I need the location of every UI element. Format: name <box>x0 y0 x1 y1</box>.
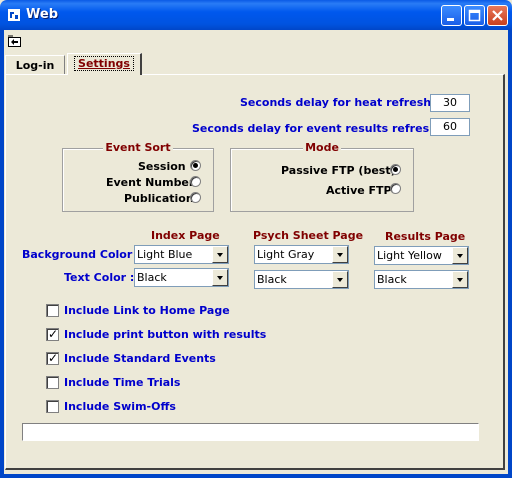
tab-settings-label: Settings <box>74 56 134 71</box>
include-home-link-checkbox[interactable] <box>46 304 59 317</box>
results-page-header: Results Page <box>385 230 466 243</box>
chevron-down-icon[interactable] <box>332 271 348 288</box>
chevron-down-icon[interactable] <box>332 246 348 263</box>
results-bg-value: Light Yellow <box>377 249 442 262</box>
tab-settings[interactable]: Settings <box>67 53 142 75</box>
status-box <box>22 423 479 441</box>
heat-refresh-label: Seconds delay for heat refresh : <box>240 96 440 109</box>
close-icon <box>492 10 503 21</box>
include-time-trials-label: Include Time Trials <box>64 376 181 389</box>
chevron-down-icon[interactable] <box>452 271 468 288</box>
include-print-button-label: Include print button with results <box>64 328 267 341</box>
index-text-value: Black <box>137 271 167 284</box>
index-bg-select[interactable]: Light Blue <box>134 245 229 264</box>
sort-session-radio[interactable] <box>190 160 201 171</box>
results-bg-select[interactable]: Light Yellow <box>374 246 469 265</box>
active-ftp-label: Active FTP <box>326 184 392 197</box>
sort-session-label: Session <box>138 160 186 173</box>
include-print-button-checkbox[interactable] <box>46 327 59 341</box>
index-page-header: Index Page <box>151 229 220 242</box>
background-color-label: Background Color : <box>22 248 141 261</box>
index-bg-value: Light Blue <box>137 248 193 261</box>
text-color-label: Text Color : <box>64 271 135 284</box>
window-frame-bottom <box>0 474 512 478</box>
results-text-select[interactable]: Black <box>374 270 469 289</box>
exit-icon[interactable] <box>7 34 23 48</box>
include-standard-events-label: Include Standard Events <box>64 352 216 365</box>
event-sort-title: Event Sort <box>103 141 173 154</box>
window-frame-left <box>0 30 4 478</box>
mode-group: Mode <box>230 141 414 212</box>
chevron-down-icon[interactable] <box>452 247 468 264</box>
include-time-trials-checkbox[interactable] <box>46 376 59 389</box>
include-standard-events-checkbox[interactable] <box>46 351 59 365</box>
active-ftp-radio[interactable] <box>390 183 401 194</box>
mode-title: Mode <box>303 141 341 154</box>
include-swim-offs-label: Include Swim-Offs <box>64 400 176 413</box>
psych-text-select[interactable]: Black <box>254 270 349 289</box>
include-swim-offs-checkbox[interactable] <box>46 400 59 413</box>
tab-login[interactable]: Log-in <box>5 55 65 75</box>
psych-text-value: Black <box>257 273 287 286</box>
results-refresh-label: Seconds delay for event results refresh … <box>192 122 446 135</box>
minimize-button[interactable] <box>441 5 462 26</box>
sort-event-number-label: Event Number <box>106 176 195 189</box>
results-refresh-input[interactable]: 60 <box>430 118 470 136</box>
window-frame-right <box>508 30 512 478</box>
window-title: Web <box>26 7 58 22</box>
chevron-down-icon[interactable] <box>212 246 228 263</box>
app-icon <box>8 9 20 21</box>
psych-bg-select[interactable]: Light Gray <box>254 245 349 264</box>
psych-bg-value: Light Gray <box>257 248 315 261</box>
psych-sheet-page-header: Psych Sheet Page <box>253 229 364 242</box>
chevron-down-icon[interactable] <box>212 269 228 286</box>
include-home-link-label: Include Link to Home Page <box>64 304 230 317</box>
sort-publication-radio[interactable] <box>190 192 201 203</box>
title-bar[interactable]: Web <box>0 0 512 30</box>
sort-event-number-radio[interactable] <box>190 176 201 187</box>
maximize-icon <box>468 9 481 22</box>
maximize-button[interactable] <box>464 5 485 26</box>
close-button[interactable] <box>487 5 508 26</box>
tab-login-label: Log-in <box>15 59 55 72</box>
results-text-value: Black <box>377 273 407 286</box>
passive-ftp-label: Passive FTP (best) <box>281 164 396 177</box>
index-text-select[interactable]: Black <box>134 268 229 287</box>
sort-publication-label: Publication <box>124 192 194 205</box>
passive-ftp-radio[interactable] <box>390 164 401 175</box>
heat-refresh-input[interactable]: 30 <box>430 94 470 112</box>
minimize-icon <box>447 18 454 21</box>
